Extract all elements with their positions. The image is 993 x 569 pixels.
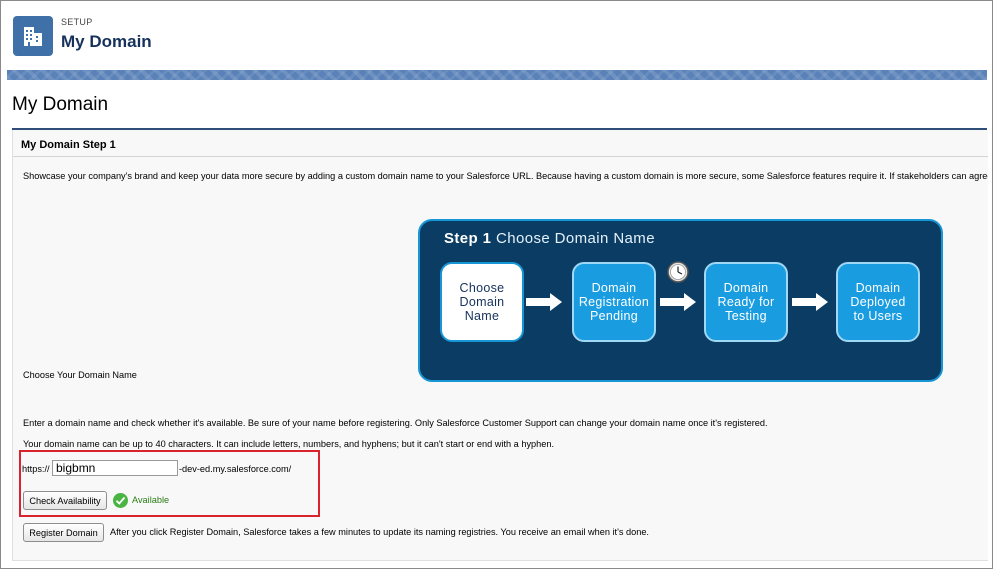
diagram-step-line: Domain <box>591 281 637 295</box>
diagram-step-pending: Domain Registration Pending <box>572 262 656 342</box>
diagram-step-line: Registration <box>578 295 650 309</box>
diagram-step-choose: Choose Domain Name <box>440 262 524 342</box>
register-note: After you click Register Domain, Salesfo… <box>110 527 649 537</box>
register-domain-button[interactable]: Register Domain <box>23 523 104 542</box>
building-icon <box>13 16 53 56</box>
diagram-title-text: Choose Domain Name <box>496 230 655 247</box>
diagram-step-deployed: Domain Deployed to Users <box>836 262 920 342</box>
diagram-step-line: Ready for <box>717 295 775 309</box>
diagram-step-line: to Users <box>853 309 903 323</box>
url-suffix: -dev-ed.my.salesforce.com/ <box>179 464 292 474</box>
diagram-step-ready: Domain Ready for Testing <box>704 262 788 342</box>
diagram-title-step: Step 1 <box>444 230 492 247</box>
diagram-step-line: Pending <box>590 309 638 323</box>
page-frame: SETUP My Domain My Domain My Domain Step… <box>0 0 993 569</box>
domain-name-input[interactable] <box>52 460 178 476</box>
setup-title: My Domain <box>61 32 152 51</box>
diagram-step-line: Name <box>464 309 500 323</box>
step-diagram: Step 1 Choose Domain Name Choose Domain … <box>418 219 943 382</box>
help-text-rules: Your domain name can be up to 40 charact… <box>23 439 555 449</box>
setup-kicker: SETUP <box>61 17 93 27</box>
diagram-step-line: Domain <box>723 281 769 295</box>
intro-text: Showcase your company's brand and keep y… <box>23 171 988 181</box>
diagram-title: Step 1 Choose Domain Name <box>444 230 655 247</box>
diagram-step-line: Domain <box>855 281 901 295</box>
url-prefix: https:// <box>22 464 50 474</box>
step-heading: My Domain Step 1 <box>21 139 116 151</box>
section-label: Choose Your Domain Name <box>23 370 137 380</box>
step-panel: My Domain Step 1 Showcase your company's… <box>12 130 988 561</box>
check-availability-button[interactable]: Check Availability <box>23 491 107 510</box>
help-text-registration: Enter a domain name and check whether it… <box>23 418 768 428</box>
clock-icon <box>667 261 689 283</box>
arrow-right-icon <box>660 293 696 311</box>
step-divider <box>13 156 988 157</box>
diagram-step-line: Domain <box>459 295 505 309</box>
availability-status: Available <box>132 495 170 505</box>
checkmark-icon <box>113 493 128 508</box>
setup-header: SETUP My Domain <box>7 5 987 69</box>
decorative-banner <box>7 70 987 80</box>
page-title: My Domain <box>12 94 109 115</box>
diagram-step-line: Deployed <box>850 295 906 309</box>
arrow-right-icon <box>526 293 562 311</box>
diagram-step-line: Choose <box>459 281 505 295</box>
diagram-step-line: Testing <box>725 309 767 323</box>
arrow-right-icon <box>792 293 828 311</box>
